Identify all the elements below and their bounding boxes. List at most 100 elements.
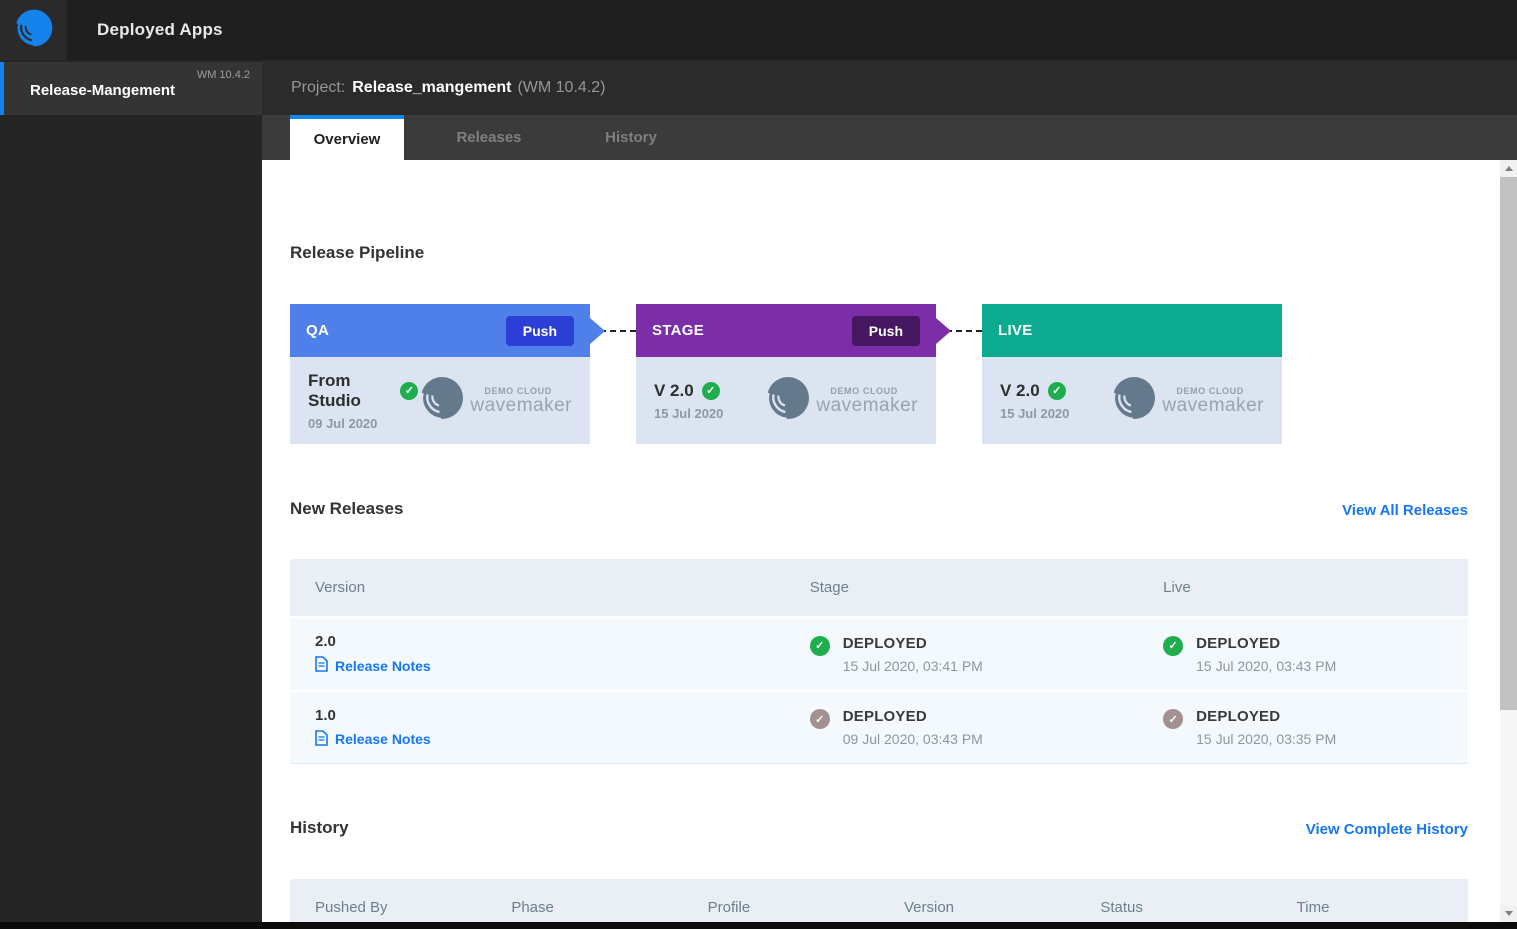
column-pushed-by: Pushed By xyxy=(315,899,388,916)
column-time: Time xyxy=(1296,899,1330,916)
demo-cloud-logo: DEMO CLOUD wavemaker xyxy=(1110,374,1264,427)
demo-cloud-logo: DEMO CLOUD wavemaker xyxy=(764,374,918,427)
project-prefix: Project: xyxy=(291,78,346,96)
scroll-up-button[interactable] xyxy=(1500,160,1517,177)
check-circle-icon xyxy=(1163,635,1184,656)
document-icon xyxy=(315,729,328,749)
scrollbar-thumb[interactable] xyxy=(1500,177,1517,710)
status-badge: DEPLOYED xyxy=(1196,708,1281,725)
status-timestamp: 15 Jul 2020, 03:43 PM xyxy=(1196,657,1337,674)
sidebar: WM 10.4.2 Release-Mangement xyxy=(0,60,262,929)
stage-stage-name: STAGE xyxy=(652,322,705,339)
wavemaker-wave-icon xyxy=(418,374,466,427)
check-circle-icon xyxy=(1047,381,1066,400)
project-header: Project: Release_mangement (WM 10.4.2) xyxy=(262,60,1517,115)
release-pipeline-title: Release Pipeline xyxy=(290,243,425,262)
wavemaker-label: wavemaker xyxy=(470,395,572,416)
app-title: Deployed Apps xyxy=(97,20,223,39)
release-pipeline: QA Push From Studio 09 Jul 2020 xyxy=(290,304,1468,444)
window-bottom-edge xyxy=(0,922,1517,929)
vertical-scrollbar[interactable] xyxy=(1500,160,1517,929)
deployed-apps-window: Deployed Apps WM 10.4.2 Release-Mangemen… xyxy=(0,0,1517,929)
release-notes-label: Release Notes xyxy=(335,657,431,674)
column-phase: Phase xyxy=(511,899,554,916)
pipeline-card-live: LIVE V 2.0 15 Jul 2020 xyxy=(982,304,1282,444)
wavemaker-logo-icon xyxy=(13,7,55,54)
status-badge: DEPLOYED xyxy=(842,634,927,652)
column-version: Version xyxy=(903,899,955,916)
column-live: Live xyxy=(1163,579,1191,596)
history-title: History xyxy=(290,818,349,837)
table-row: 1.0 Release Notes DEPLOYED 09 Jul 202 xyxy=(290,692,1468,764)
table-row: 2.0 Release Notes DEPLOYED 15 Jul 202 xyxy=(290,618,1468,690)
release-notes-link[interactable]: Release Notes xyxy=(315,656,785,675)
qa-push-button[interactable]: Push xyxy=(505,315,574,346)
scroll-down-button[interactable] xyxy=(1500,905,1517,922)
tabbar: Overview Releases History xyxy=(262,115,1517,160)
qa-version: From Studio xyxy=(308,370,361,410)
column-profile: Profile xyxy=(707,899,751,916)
check-circle-icon xyxy=(701,381,720,400)
check-circle-icon xyxy=(809,709,830,729)
qa-date: 09 Jul 2020 xyxy=(308,415,378,431)
pipeline-card-qa: QA Push From Studio 09 Jul 2020 xyxy=(290,304,590,444)
qa-card-body: From Studio 09 Jul 2020 xyxy=(290,357,590,444)
status-timestamp: 15 Jul 2020, 03:35 PM xyxy=(1196,731,1337,747)
stage-date: 15 Jul 2020 xyxy=(654,405,724,421)
topbar: Deployed Apps xyxy=(0,0,1517,60)
live-version: V 2.0 xyxy=(1000,380,1040,400)
version-value: 1.0 xyxy=(315,706,336,724)
column-version: Version xyxy=(315,579,366,596)
wavemaker-label: wavemaker xyxy=(1162,395,1264,416)
live-card-body: V 2.0 15 Jul 2020 xyxy=(982,357,1282,444)
stage-card-body: V 2.0 15 Jul 2020 xyxy=(636,357,936,444)
check-circle-icon xyxy=(400,381,419,400)
stage-status-cell: DEPLOYED 15 Jul 2020, 03:41 PM xyxy=(785,635,1138,674)
release-notes-link[interactable]: Release Notes xyxy=(315,729,785,749)
wavemaker-wave-icon xyxy=(1110,374,1158,427)
stage-push-button[interactable]: Push xyxy=(851,315,920,346)
sidebar-item-release-mangement[interactable]: WM 10.4.2 Release-Mangement xyxy=(0,62,262,115)
check-circle-icon xyxy=(809,635,830,656)
stage-card-header: STAGE Push xyxy=(636,304,936,357)
wavemaker-label: wavemaker xyxy=(816,395,918,416)
view-all-releases-link[interactable]: View All Releases xyxy=(1342,502,1468,519)
qa-card-header: QA Push xyxy=(290,304,590,357)
status-badge: DEPLOYED xyxy=(842,708,927,725)
status-badge: DEPLOYED xyxy=(1196,634,1281,652)
view-complete-history-link[interactable]: View Complete History xyxy=(1306,821,1468,838)
version-value: 2.0 xyxy=(315,633,336,650)
new-releases-title: New Releases xyxy=(290,499,404,518)
scroll-down-icon xyxy=(1504,911,1513,916)
demo-cloud-logo: DEMO CLOUD wavemaker xyxy=(418,374,572,427)
status-timestamp: 15 Jul 2020, 03:41 PM xyxy=(842,657,983,674)
project-name: Release_mangement xyxy=(352,78,512,96)
scroll-up-icon xyxy=(1504,166,1513,171)
column-status: Status xyxy=(1100,899,1143,916)
new-releases-table: Version Stage Live 2.0 Release Notes ✓ D… xyxy=(290,559,1468,764)
live-stage-name: LIVE xyxy=(998,322,1033,339)
release-notes-label: Release Notes xyxy=(335,731,431,747)
status-timestamp: 09 Jul 2020, 03:43 PM xyxy=(842,731,983,747)
tab-history[interactable]: History xyxy=(574,115,688,160)
pipeline-card-stage: STAGE Push V 2.0 15 Jul 2020 xyxy=(636,304,936,444)
wavemaker-wave-icon xyxy=(764,374,812,427)
sidebar-item-label: Release-Mangement xyxy=(30,82,176,99)
live-status-cell: DEPLOYED 15 Jul 2020, 03:35 PM xyxy=(1138,708,1468,747)
tab-releases[interactable]: Releases xyxy=(432,115,546,160)
project-version: (WM 10.4.2) xyxy=(517,78,606,96)
live-date: 15 Jul 2020 xyxy=(1000,405,1070,421)
stage-status-cell: DEPLOYED 09 Jul 2020, 03:43 PM xyxy=(785,708,1138,747)
stage-version: V 2.0 xyxy=(654,380,694,400)
document-icon xyxy=(315,656,328,675)
check-circle-icon xyxy=(1163,709,1184,729)
wavemaker-logo-box xyxy=(0,0,67,60)
column-stage: Stage xyxy=(809,579,849,596)
qa-stage-name: QA xyxy=(306,322,330,339)
live-card-header: LIVE xyxy=(982,304,1282,357)
new-releases-table-header: Version Stage Live xyxy=(290,559,1468,616)
overview-content: Release Pipeline QA Push From Studio ✓ 0… xyxy=(262,160,1517,929)
sidebar-item-wm-version: WM 10.4.2 xyxy=(196,69,250,81)
live-status-cell: DEPLOYED 15 Jul 2020, 03:43 PM xyxy=(1138,635,1468,674)
tab-overview[interactable]: Overview xyxy=(290,115,404,160)
